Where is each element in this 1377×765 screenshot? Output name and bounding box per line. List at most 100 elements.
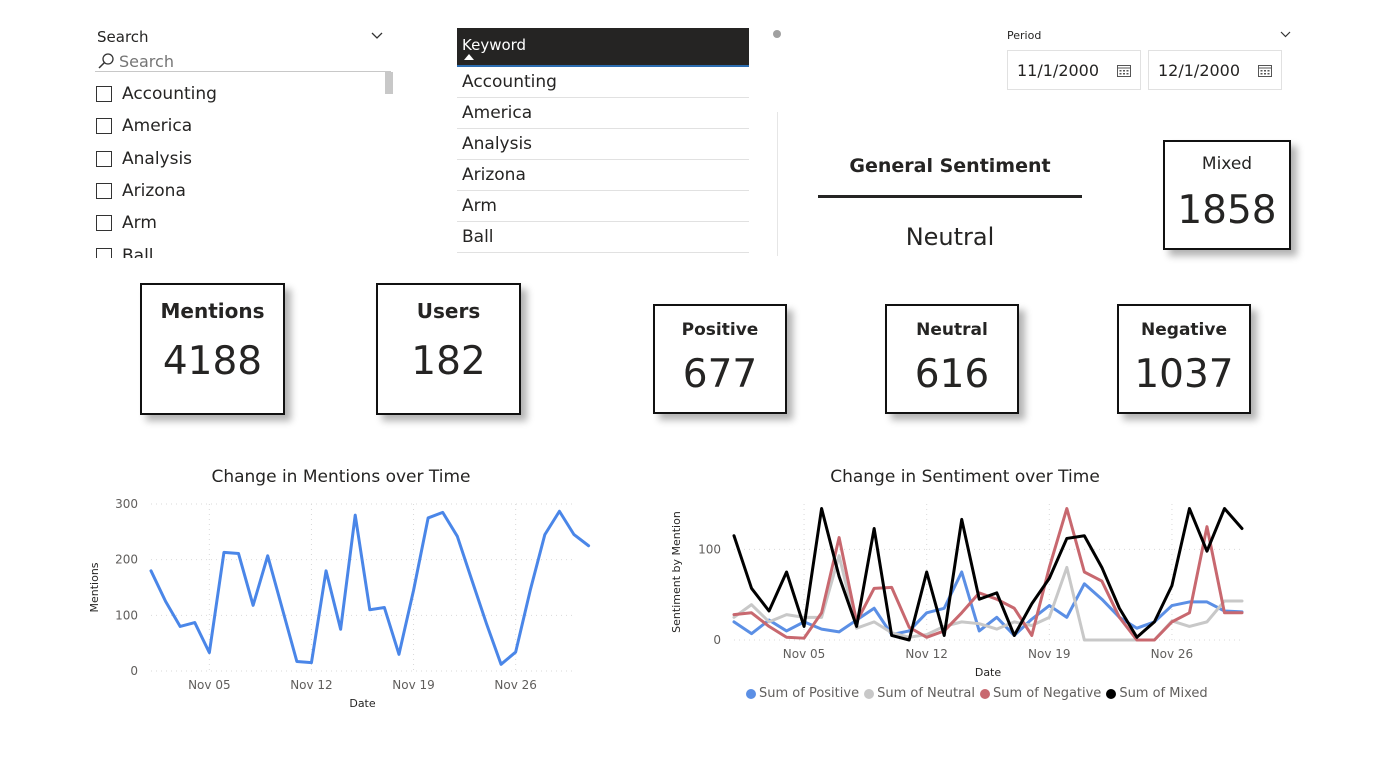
mentions-series-line [149, 509, 591, 666]
slicer-item[interactable]: Ball [96, 239, 396, 258]
chevron-down-icon[interactable] [1280, 29, 1291, 40]
table-row[interactable]: America [457, 98, 749, 129]
card-label: Mentions [160, 299, 265, 323]
general-sentiment-title: General Sentiment [849, 155, 1051, 177]
slicer-item-label: America [122, 116, 193, 137]
legend-label: Sum of Positive [759, 686, 860, 701]
slicer-item[interactable]: Arizona [96, 175, 396, 207]
legend-item[interactable]: Sum of Neutral [864, 686, 975, 701]
sentiment-line-chart[interactable]: 0 100 Nov 05 Nov 12 Nov 19 Nov 26 Date Sentimen… [660, 490, 1280, 715]
end-date-field[interactable] [1148, 50, 1282, 90]
slicer-item-label: Arizona [122, 181, 186, 202]
slicer-search-box [95, 51, 391, 72]
slicer-item-label: Analysis [122, 148, 193, 169]
slicer-list: Accounting America Analysis Arizona Arm … [96, 78, 396, 258]
card-label: Positive [681, 320, 759, 340]
calendar-icon[interactable] [1258, 64, 1272, 77]
card-value: 4188 [162, 339, 263, 384]
x-tick-label: Nov 19 [1028, 647, 1071, 661]
legend-marker [1106, 688, 1117, 699]
mentions-line-chart[interactable]: 0 100 200 300 Nov 05 Nov 12 Nov 19 Nov 26 Date Me… [80, 490, 600, 720]
sentiment-chart-title: Change in Sentiment over Time [830, 467, 1100, 487]
legend-item[interactable]: Sum of Positive [746, 686, 859, 701]
start-date-field[interactable] [1007, 50, 1141, 90]
x-tick-label: Nov 26 [1151, 647, 1194, 661]
keyword-table: Keyword Accounting America Analysis Ariz… [457, 28, 749, 257]
y-tick-label: 200 [115, 553, 138, 567]
mentions-chart-title: Change in Mentions over Time [211, 467, 471, 487]
x-axis-title: Date [975, 666, 1002, 679]
legend-label: Sum of Neutral [877, 686, 976, 701]
y-tick-label: 0 [130, 664, 138, 678]
calendar-icon[interactable] [1117, 64, 1131, 77]
divider [777, 112, 778, 256]
negative-card: Negative 1037 [1117, 304, 1251, 414]
checkbox[interactable] [96, 118, 112, 135]
legend-item[interactable]: Sum of Negative [980, 686, 1101, 701]
legend-item[interactable]: Sum of Mixed [1106, 686, 1208, 701]
table-row[interactable]: Arm [457, 191, 749, 222]
x-axis-title: Date [349, 697, 376, 710]
slicer-title: Search [97, 28, 149, 46]
card-label: Mixed [1201, 154, 1253, 174]
card-label: Users [416, 299, 481, 323]
table-row[interactable]: Analysis [457, 129, 749, 160]
sum-of-mixed-series-line [732, 507, 1244, 642]
mentions-card: Mentions 4188 [140, 283, 285, 415]
legend-label: Sum of Mixed [1119, 686, 1208, 701]
y-tick-label: 100 [698, 542, 721, 556]
sentiment-legend: Sum of Positive Sum of Neutral Sum of Ne… [746, 686, 1213, 701]
card-label: Negative [1141, 320, 1227, 340]
legend-label: Sum of Negative [993, 686, 1102, 701]
checkbox[interactable] [96, 86, 112, 103]
end-date-input[interactable] [1158, 61, 1254, 80]
resize-handle[interactable] [773, 30, 781, 38]
y-axis-title: Sentiment by Mention [670, 511, 683, 633]
users-card: Users 182 [376, 283, 521, 415]
legend-marker [864, 688, 875, 699]
search-icon [98, 53, 114, 69]
card-value: 182 [411, 339, 486, 384]
x-tick-label: Nov 12 [290, 678, 333, 692]
legend-marker [980, 688, 991, 699]
slicer-item-label: Arm [122, 213, 157, 234]
slicer-item-label: Accounting [122, 84, 217, 105]
slicer-item-label: Ball [122, 245, 154, 258]
card-value: 677 [682, 352, 758, 397]
keyword-header-label: Keyword [462, 36, 527, 54]
y-tick-label: 300 [115, 497, 138, 511]
slicer-item[interactable]: America [96, 110, 396, 142]
slicer-item[interactable]: Accounting [96, 78, 396, 110]
neutral-card: Neutral 616 [885, 304, 1019, 414]
x-tick-label: Nov 05 [783, 647, 826, 661]
positive-card: Positive 677 [653, 304, 787, 414]
card-label: Neutral [916, 320, 988, 340]
checkbox[interactable] [96, 150, 112, 167]
sum-of-negative-series-line [732, 507, 1244, 642]
y-axis-title: Mentions [88, 562, 101, 612]
general-sentiment-value: Neutral [905, 223, 995, 251]
period-label: Period [1007, 29, 1042, 42]
chevron-down-icon[interactable] [371, 30, 383, 42]
keyword-table-body: Accounting America Analysis Arizona Arm … [457, 67, 749, 257]
checkbox[interactable] [96, 247, 112, 258]
sort-ascending-icon[interactable] [464, 54, 474, 60]
divider [818, 195, 1082, 198]
search-input[interactable] [119, 51, 379, 71]
x-tick-label: Nov 19 [392, 678, 435, 692]
table-row[interactable]: Ball [457, 222, 749, 253]
x-tick-label: Nov 05 [188, 678, 231, 692]
x-tick-label: Nov 12 [905, 647, 948, 661]
card-value: 1037 [1134, 352, 1234, 397]
table-row[interactable]: Accounting [457, 67, 749, 98]
checkbox[interactable] [96, 183, 112, 200]
checkbox[interactable] [96, 215, 112, 232]
start-date-input[interactable] [1017, 61, 1113, 80]
y-tick-label: 0 [713, 633, 721, 647]
slicer-item[interactable]: Analysis [96, 143, 396, 175]
keyword-column-header[interactable]: Keyword [457, 28, 749, 67]
mixed-card: Mixed 1858 [1163, 140, 1291, 250]
table-row[interactable]: Arizona [457, 160, 749, 191]
slicer-item[interactable]: Arm [96, 207, 396, 239]
card-value: 616 [914, 352, 990, 397]
